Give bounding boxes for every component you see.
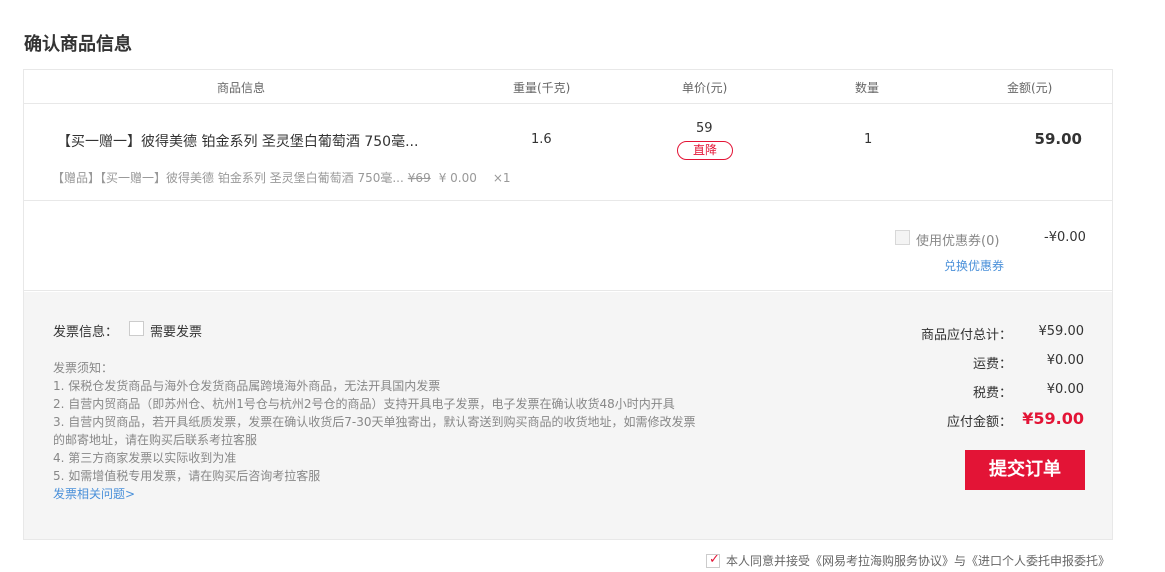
price-drop-badge: 直降 — [677, 141, 733, 160]
invoice-help-link[interactable]: 发票相关问题> — [53, 485, 696, 503]
exchange-coupon-link[interactable]: 兑换优惠券 — [944, 257, 1004, 274]
product-amount: 59.00 — [1034, 130, 1082, 148]
submit-order-button[interactable]: 提交订单 — [965, 450, 1085, 490]
gift-original-price: ¥69 — [407, 171, 431, 185]
coupon-checkbox[interactable] — [895, 230, 910, 245]
check-icon: ✓ — [709, 552, 720, 567]
order-box: 商品信息 重量(千克) 单价(元) 数量 金额(元) 【买一赠一】彼得美德 铂金… — [23, 69, 1113, 540]
notice-line: 的邮寄地址，请在购买后联系考拉客服 — [53, 433, 258, 447]
notice-line: 2. 自营内贸商品（即苏州仓、杭州1号仓与杭州2号仓的商品）支持开具电子发票，电… — [53, 397, 675, 411]
header-weight: 重量(千克) — [513, 81, 571, 95]
bottom-area: 发票信息： 需要发票 发票须知： 1. 保税仓发货商品与海外仓发货商品属跨境海外… — [24, 292, 1112, 539]
notice-line: 1. 保税仓发货商品与海外仓发货商品属跨境海外商品，无法开具国内发票 — [53, 379, 441, 393]
tax-row: 税费： ¥0.00 — [864, 382, 1084, 402]
gift-label: 【赠品】【买一赠一】彼得美德 铂金系列 圣灵堡白葡萄酒 750毫... — [52, 171, 404, 185]
notice-line: 4. 第三方商家发票以实际收到为准 — [53, 451, 237, 465]
invoice-title: 发票信息： — [53, 325, 119, 340]
tax-value: ¥0.00 — [1046, 382, 1084, 397]
product-weight: 1.6 — [531, 132, 552, 147]
payable-value: ¥59.00 — [1022, 409, 1084, 428]
page-title: 确认商品信息 — [24, 34, 132, 55]
product-qty: 1 — [864, 132, 873, 147]
gift-price: ¥ 0.00 — [438, 171, 477, 185]
header-qty: 数量 — [855, 81, 880, 95]
need-invoice-checkbox[interactable] — [129, 321, 144, 336]
header-amount: 金额(元) — [1007, 81, 1053, 95]
notice-line: 5. 如需增值税专用发票，请在购买后咨询考拉客服 — [53, 469, 321, 483]
coupon-label: 使用优惠券(0) — [916, 234, 1000, 249]
goods-total-row: 商品应付总计： ¥59.00 — [864, 324, 1084, 344]
header-price: 单价(元) — [682, 81, 728, 95]
shipping-label: 运费： — [972, 357, 1012, 372]
shipping-row: 运费： ¥0.00 — [864, 353, 1084, 373]
payable-row: 应付金额： ¥59.00 — [864, 409, 1084, 431]
invoice-notice: 发票须知： 1. 保税仓发货商品与海外仓发货商品属跨境海外商品，无法开具国内发票… — [53, 359, 696, 503]
tax-label: 税费： — [972, 386, 1012, 401]
need-invoice-label[interactable]: 需要发票 — [150, 321, 202, 340]
goods-total-value: ¥59.00 — [1038, 324, 1085, 339]
gift-qty: ×1 — [492, 171, 511, 185]
notice-title: 发票须知： — [53, 361, 114, 375]
product-row: 【买一赠一】彼得美德 铂金系列 圣灵堡白葡萄酒 750毫... 1.6 59 直… — [24, 105, 1112, 201]
notice-line: 3. 自营内贸商品，若开具纸质发票，发票在确认收货后7-30天单独寄出，默认寄送… — [53, 415, 696, 429]
header-info: 商品信息 — [217, 81, 266, 95]
agreement-text[interactable]: 本人同意并接受《网易考拉海购服务协议》与《进口个人委托申报委托》 — [726, 554, 1110, 568]
table-header: 商品信息 重量(千克) 单价(元) 数量 金额(元) — [24, 70, 1112, 104]
agreement-checkbox[interactable]: ✓ — [706, 552, 720, 568]
payable-label: 应付金额： — [946, 415, 1012, 430]
goods-total-label: 商品应付总计： — [920, 328, 1012, 343]
coupon-value: -¥0.00 — [1044, 230, 1086, 245]
agreement: ✓ 本人同意并接受《网易考拉海购服务协议》与《进口个人委托申报委托》 — [706, 552, 1110, 569]
coupon-row: 使用优惠券(0) -¥0.00 兑换优惠券 — [24, 202, 1112, 291]
product-name[interactable]: 【买一赠一】彼得美德 铂金系列 圣灵堡白葡萄酒 750毫... — [57, 131, 417, 151]
shipping-value: ¥0.00 — [1046, 353, 1084, 368]
product-price: 59 — [696, 121, 713, 136]
gift-line: 【赠品】【买一赠一】彼得美德 铂金系列 圣灵堡白葡萄酒 750毫... ¥69 ¥ … — [52, 169, 511, 186]
